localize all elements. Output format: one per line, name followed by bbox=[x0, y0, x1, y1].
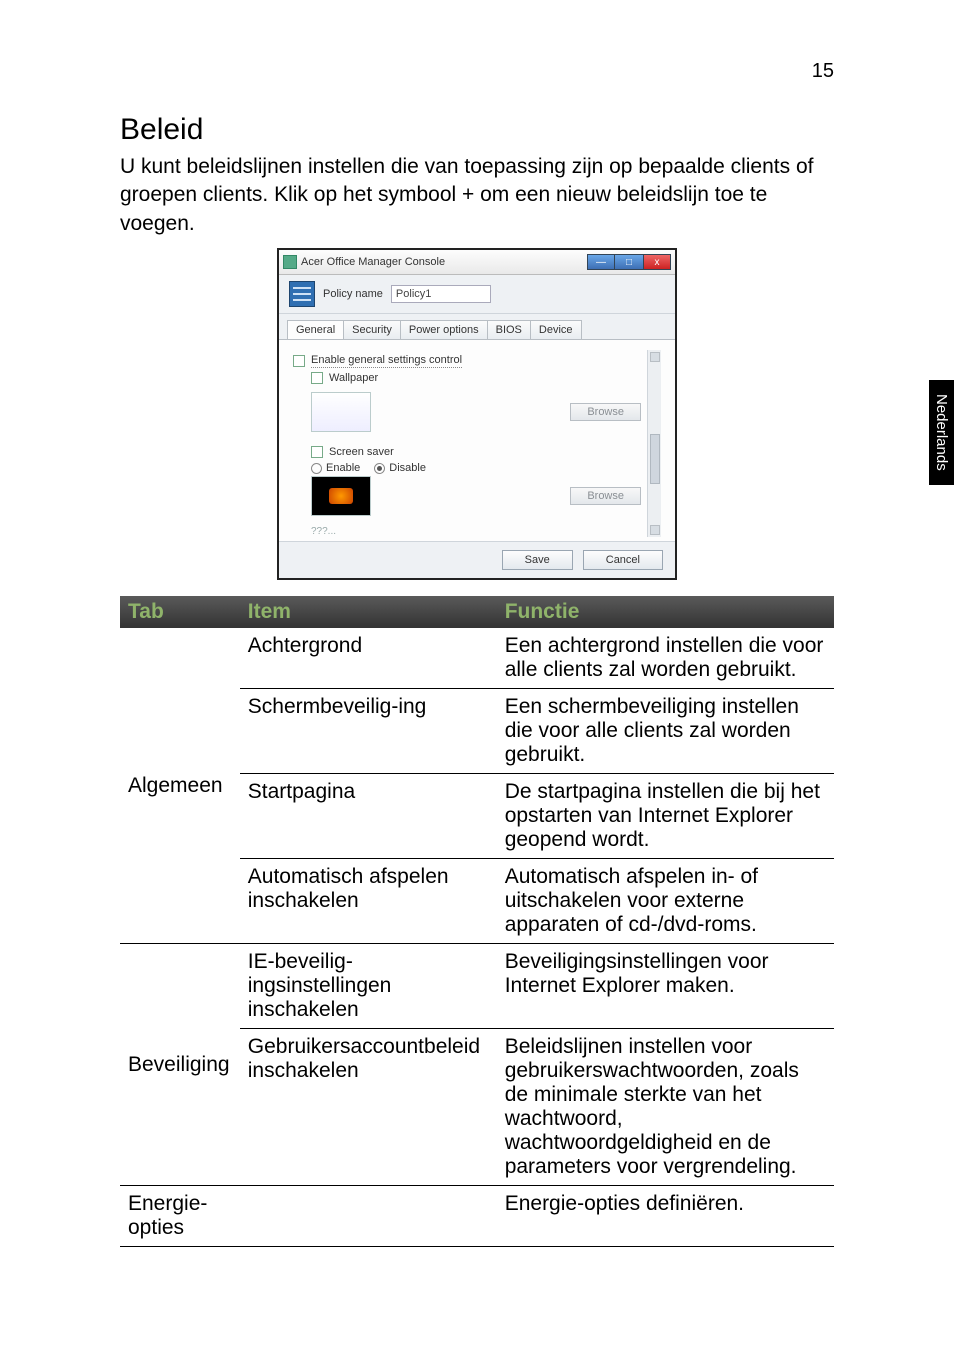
cell-tab-algemeen: Algemeen bbox=[120, 628, 240, 944]
screenshot-window: Acer Office Manager Console — □ x Policy… bbox=[277, 248, 677, 580]
tab-security[interactable]: Security bbox=[343, 320, 401, 339]
side-language-tab: Nederlands bbox=[929, 380, 954, 485]
scroll-down-icon[interactable] bbox=[650, 525, 660, 535]
cell-tab-beveiliging: Beveiliging bbox=[120, 944, 240, 1186]
cell-item: Automatisch afspelen inschakelen bbox=[240, 859, 497, 944]
scroll-thumb[interactable] bbox=[650, 434, 660, 484]
screensaver-checkbox[interactable] bbox=[311, 446, 323, 458]
section-heading: Beleid bbox=[120, 113, 834, 147]
page-number: 15 bbox=[120, 60, 834, 83]
tab-bios[interactable]: BIOS bbox=[487, 320, 531, 339]
scrollbar[interactable] bbox=[647, 350, 661, 537]
app-icon bbox=[283, 255, 297, 269]
screensaver-label: Screen saver bbox=[329, 446, 394, 458]
save-button[interactable]: Save bbox=[502, 550, 573, 570]
window-maximize-button[interactable]: □ bbox=[615, 254, 643, 270]
cell-item: Startpagina bbox=[240, 774, 497, 859]
scroll-up-icon[interactable] bbox=[650, 352, 660, 362]
cancel-button[interactable]: Cancel bbox=[583, 550, 663, 570]
disable-radio-label: Disable bbox=[389, 462, 426, 474]
cell-func: Een achtergrond instellen die voor alle … bbox=[497, 628, 834, 689]
enable-general-checkbox[interactable] bbox=[293, 355, 305, 367]
cell-item: IE-beveilig-ingsinstellingen inschakelen bbox=[240, 944, 497, 1029]
cell-item: Gebruikersaccountbeleid inschakelen bbox=[240, 1029, 497, 1186]
screensaver-browse-button[interactable]: Browse bbox=[570, 487, 641, 505]
enable-radio-label: Enable bbox=[326, 462, 360, 474]
cell-func: Beleidslijnen instellen voor gebruikersw… bbox=[497, 1029, 834, 1186]
cell-item bbox=[240, 1186, 497, 1247]
cell-func: Energie-opties definiëren. bbox=[497, 1186, 834, 1247]
enable-radio[interactable] bbox=[311, 463, 322, 474]
cell-item: Schermbeveilig-ing bbox=[240, 689, 497, 774]
wallpaper-checkbox[interactable] bbox=[311, 372, 323, 384]
cell-item: Achtergrond bbox=[240, 628, 497, 689]
policy-name-input[interactable]: Policy1 bbox=[391, 285, 491, 303]
disable-radio[interactable] bbox=[374, 463, 385, 474]
policy-table: Tab Item Functie Algemeen Achtergrond Ee… bbox=[120, 596, 834, 1247]
window-close-button[interactable]: x bbox=[643, 254, 671, 270]
cell-tab-energie: Energie-opties bbox=[120, 1186, 240, 1247]
th-tab: Tab bbox=[120, 596, 240, 628]
cell-func: Beveiligingsinstellingen voor Internet E… bbox=[497, 944, 834, 1029]
cell-func: Automatisch afspelen in- of uitschakelen… bbox=[497, 859, 834, 944]
cell-func: De startpagina instellen die bij het ops… bbox=[497, 774, 834, 859]
truncated-indicator: ???... bbox=[311, 526, 641, 537]
window-titlebar: Acer Office Manager Console — □ x bbox=[279, 250, 675, 275]
window-title: Acer Office Manager Console bbox=[301, 256, 445, 268]
policy-name-label: Policy name bbox=[323, 288, 383, 300]
cell-func: Een schermbeveiliging instellen die voor… bbox=[497, 689, 834, 774]
screensaver-preview bbox=[311, 476, 371, 516]
intro-paragraph: U kunt beleidslijnen instellen die van t… bbox=[120, 153, 834, 238]
window-minimize-button[interactable]: — bbox=[587, 254, 615, 270]
enable-general-label: Enable general settings control bbox=[311, 354, 462, 368]
policy-icon bbox=[289, 281, 315, 307]
th-func: Functie bbox=[497, 596, 834, 628]
wallpaper-browse-button[interactable]: Browse bbox=[570, 403, 641, 421]
tab-power-options[interactable]: Power options bbox=[400, 320, 488, 339]
th-item: Item bbox=[240, 596, 497, 628]
wallpaper-label: Wallpaper bbox=[329, 372, 378, 384]
wallpaper-preview bbox=[311, 392, 371, 432]
tab-device[interactable]: Device bbox=[530, 320, 582, 339]
tab-general[interactable]: General bbox=[287, 320, 344, 339]
